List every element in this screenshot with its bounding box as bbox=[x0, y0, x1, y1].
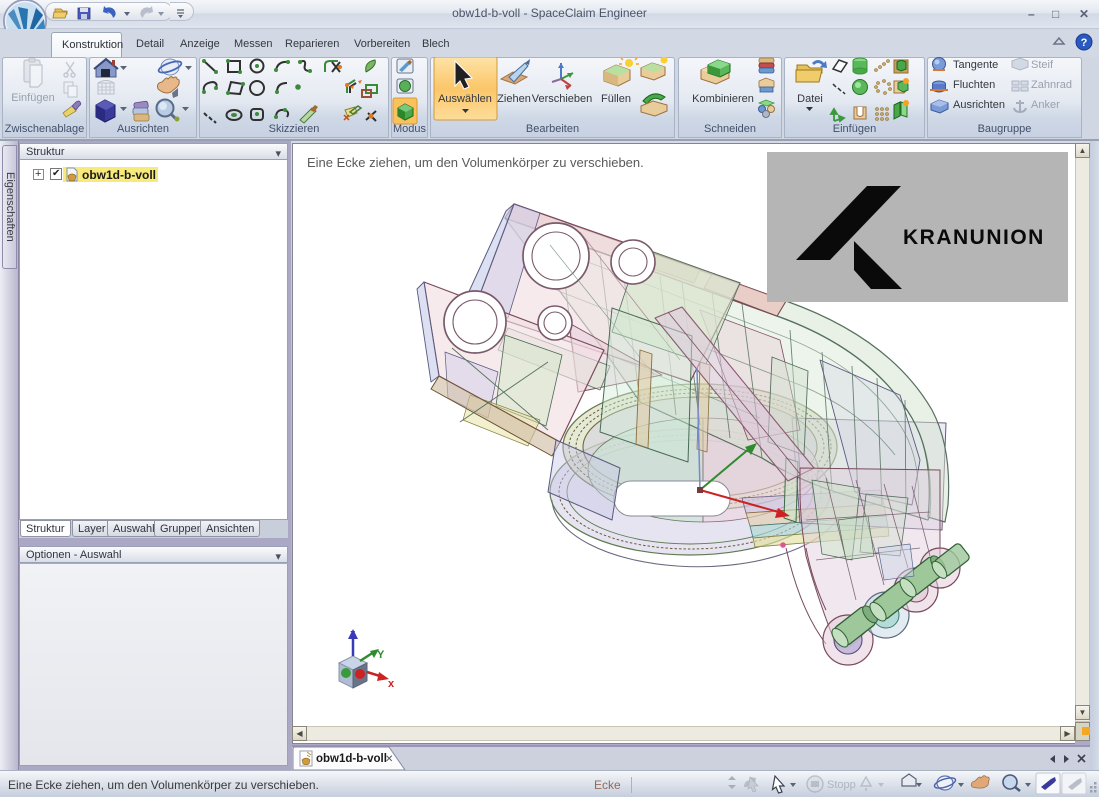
svg-text:Ausrichten: Ausrichten bbox=[953, 99, 1005, 111]
svg-text:Datei: Datei bbox=[797, 93, 823, 105]
svg-text:Zahnrad: Zahnrad bbox=[1031, 79, 1072, 91]
svg-text:Stopp: Stopp bbox=[827, 779, 856, 791]
svg-text:Füllen: Füllen bbox=[601, 93, 631, 105]
svg-text:obw1d-b-voll: obw1d-b-voll bbox=[316, 753, 387, 765]
svg-text:Einfügen: Einfügen bbox=[11, 92, 54, 104]
svg-text:Y: Y bbox=[377, 649, 385, 661]
svg-text:Anker: Anker bbox=[1031, 99, 1060, 111]
svg-text:Tangente: Tangente bbox=[953, 59, 998, 71]
svg-text:?: ? bbox=[1081, 37, 1088, 49]
svg-text:Verschieben: Verschieben bbox=[532, 93, 593, 105]
svg-text:Ziehen: Ziehen bbox=[497, 93, 531, 105]
svg-text:z: z bbox=[350, 628, 356, 640]
svg-text:Fluchten: Fluchten bbox=[953, 79, 995, 91]
svg-text:Kombinieren: Kombinieren bbox=[692, 93, 754, 105]
svg-text:✕: ✕ bbox=[385, 754, 393, 765]
svg-text:x: x bbox=[388, 678, 395, 690]
svg-text:Auswählen: Auswählen bbox=[438, 93, 492, 105]
svg-text:Steif: Steif bbox=[1031, 59, 1054, 71]
svg-text:KRANUNION: KRANUNION bbox=[903, 226, 1045, 249]
